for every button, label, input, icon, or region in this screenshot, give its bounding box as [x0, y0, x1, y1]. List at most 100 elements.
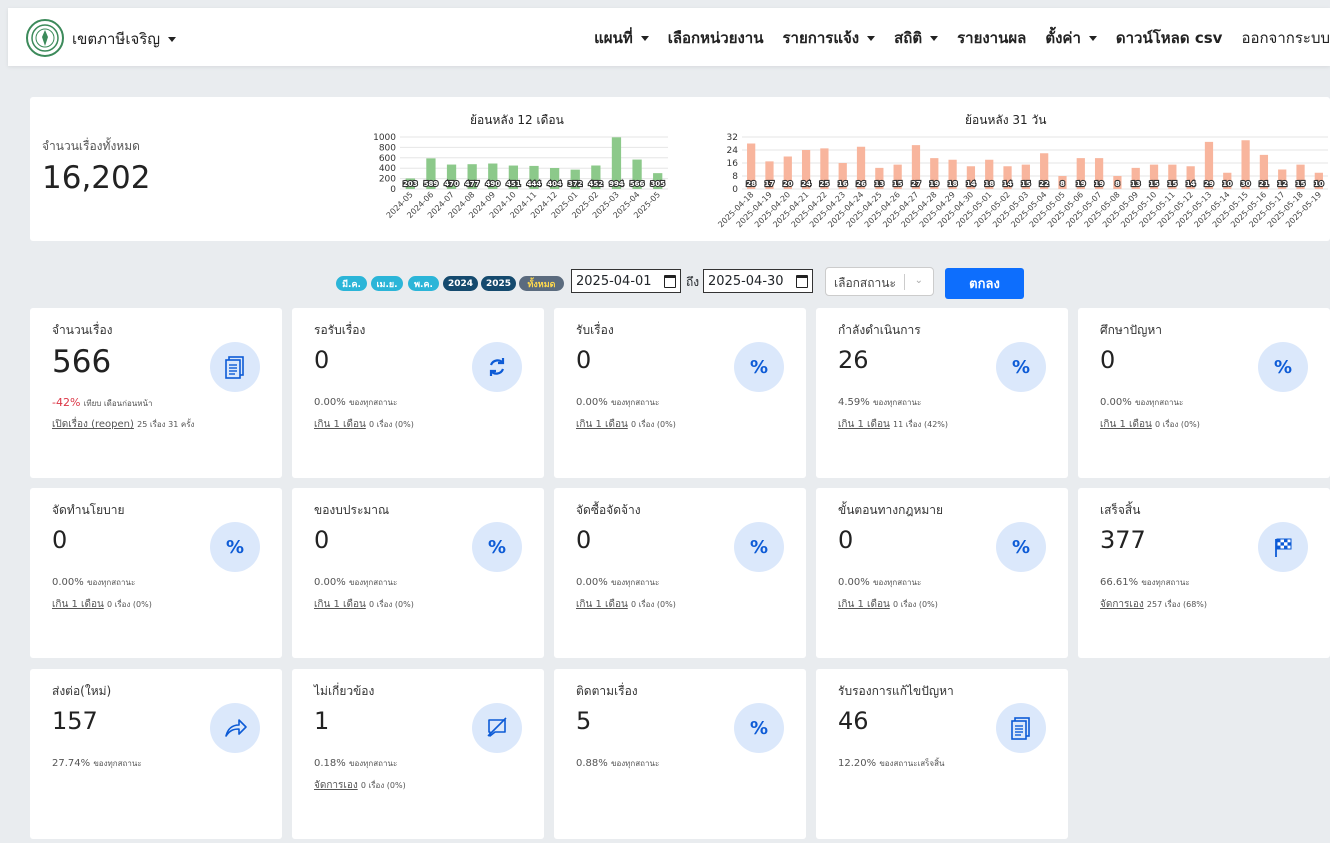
- card-extra-link[interactable]: เปิดเรื่อง (reopen): [52, 419, 134, 430]
- nav-item-2[interactable]: รายการแจ้ง: [782, 26, 876, 50]
- submit-button[interactable]: ตกลง: [945, 268, 1024, 299]
- data-label: 8: [1060, 180, 1065, 188]
- data-label: 29: [1204, 180, 1214, 188]
- card-percent: 0.18% ของทุกสถานะ: [314, 757, 397, 770]
- nav-item-1[interactable]: เลือกหน่วยงาน: [668, 26, 764, 50]
- card-value: 0: [314, 526, 330, 554]
- card-extra-text: 257 เรื่อง (68%): [1146, 600, 1208, 609]
- percent-caption: ของทุกสถานะ: [872, 578, 922, 587]
- card-extra-link[interactable]: เกิน 1 เดือน: [838, 599, 890, 610]
- card-extra: เกิน 1 เดือน 0 เรื่อง (0%): [838, 597, 938, 612]
- percent-icon: %: [734, 703, 784, 753]
- card-extra-link[interactable]: เกิน 1 เดือน: [314, 419, 366, 430]
- card-title: กำลังดำเนินการ: [838, 323, 921, 337]
- nav-item-6[interactable]: ดาวน์โหลด csv: [1116, 26, 1223, 50]
- data-label: 19: [1076, 180, 1086, 188]
- chevron-down-icon: [1088, 35, 1097, 41]
- percent-icon: %: [210, 522, 260, 572]
- chevron-down-icon: ⌄: [914, 275, 923, 286]
- percent-value: 0.88%: [576, 758, 608, 769]
- percent-value: 0.00%: [1100, 397, 1132, 408]
- nav-item-5[interactable]: ตั้งค่า: [1045, 26, 1097, 50]
- data-label: 15: [1167, 180, 1177, 188]
- data-label: 30: [1241, 180, 1251, 188]
- percent-icon: %: [472, 522, 522, 572]
- percent-icon: %: [1258, 342, 1308, 392]
- card-percent: -42% เทียบ เดือนก่อนหน้า: [52, 396, 152, 410]
- percent-icon: %: [996, 342, 1046, 392]
- date-to-input[interactable]: 2025-04-30: [703, 269, 813, 293]
- data-label: 13: [874, 180, 884, 188]
- logout-link[interactable]: ออกจากระบบ: [1241, 26, 1330, 50]
- date-from-input[interactable]: 2025-04-01: [571, 269, 681, 293]
- percent-value: 0.00%: [838, 577, 870, 588]
- percent-value: 66.61%: [1100, 577, 1139, 588]
- data-label: 203: [403, 180, 418, 188]
- card-extra-link[interactable]: เกิน 1 เดือน: [52, 599, 104, 610]
- percent-caption: ของสถานะเสร็จสิ้น: [879, 759, 945, 768]
- card-extra-link[interactable]: เกิน 1 เดือน: [576, 599, 628, 610]
- filter-pill[interactable]: มี.ค.: [336, 276, 367, 291]
- card-extra-link[interactable]: เกิน 1 เดือน: [838, 419, 890, 430]
- date-to-label: ถึง: [686, 275, 700, 289]
- nav-item-4[interactable]: รายงานผล: [957, 26, 1026, 50]
- documents-icon: [996, 703, 1046, 753]
- percent-icon: %: [734, 342, 784, 392]
- change-percent: -42%: [52, 396, 81, 409]
- data-label: 15: [1296, 180, 1306, 188]
- filter-pill[interactable]: 2025: [481, 276, 516, 291]
- stat-card: จัดซื้อจัดจ้าง 0% 0.00% ของทุกสถานะ เกิน 1 …: [554, 488, 806, 658]
- percent-value: 0.00%: [576, 577, 608, 588]
- data-label: 12: [1277, 180, 1287, 188]
- data-label: 28: [746, 180, 756, 188]
- card-title: จัดทำนโยบาย: [52, 503, 125, 517]
- nav-item-0[interactable]: แผนที่: [594, 26, 649, 50]
- filter-pill[interactable]: ทั้งหมด: [519, 276, 564, 291]
- card-title: จัดซื้อจัดจ้าง: [576, 503, 641, 517]
- card-value: 0: [314, 346, 330, 374]
- filter-pill[interactable]: 2024: [443, 276, 478, 291]
- card-value: 0: [576, 346, 592, 374]
- percent-value: 0.00%: [314, 577, 346, 588]
- card-extra-text: 0 เรื่อง (0%): [892, 600, 938, 609]
- stat-card: ติดตามเรื่อง 5% 0.88% ของทุกสถานะ: [554, 669, 806, 839]
- district-dropdown[interactable]: เขตภาษีเจริญ: [72, 27, 177, 51]
- data-label: 444: [527, 180, 542, 188]
- card-extra-link[interactable]: จัดการเอง: [1100, 599, 1144, 610]
- card-value: 377: [1100, 526, 1146, 554]
- filter-pill[interactable]: เม.ย.: [371, 276, 403, 291]
- data-label: 566: [630, 180, 645, 188]
- card-title: รับเรื่อง: [576, 323, 614, 337]
- card-extra-link[interactable]: เกิน 1 เดือน: [576, 419, 628, 430]
- calendar-icon[interactable]: [664, 274, 676, 288]
- stat-card: จำนวนเรื่อง 566 -42% เทียบ เดือนก่อนหน้า เป…: [30, 308, 282, 478]
- card-extra-link[interactable]: เกิน 1 เดือน: [1100, 419, 1152, 430]
- stat-card: จัดทำนโยบาย 0% 0.00% ของทุกสถานะ เกิน 1 เดื…: [30, 488, 282, 658]
- card-value: 5: [576, 707, 592, 735]
- card-extra-link[interactable]: จัดการเอง: [314, 780, 358, 791]
- card-value: 566: [52, 344, 112, 380]
- card-extra-text: 0 เรื่อง (0%): [1154, 420, 1200, 429]
- data-label: 14: [1186, 180, 1196, 188]
- calendar-icon[interactable]: [796, 274, 808, 288]
- card-extra: เกิน 1 เดือน 0 เรื่อง (0%): [314, 417, 414, 432]
- chevron-down-icon: [168, 36, 177, 42]
- percent-caption: ของทุกสถานะ: [610, 759, 660, 768]
- data-label: 21: [1259, 180, 1269, 188]
- card-value: 157: [52, 707, 98, 735]
- card-extra-link[interactable]: เกิน 1 เดือน: [314, 599, 366, 610]
- chevron-down-icon: [867, 35, 876, 41]
- percent-caption: ของทุกสถานะ: [610, 398, 660, 407]
- nav-item-3[interactable]: สถิติ: [894, 26, 939, 50]
- card-value: 46: [838, 707, 869, 735]
- filter-pill[interactable]: พ.ค.: [408, 276, 439, 291]
- card-extra-text: 11 เรื่อง (42%): [892, 420, 949, 429]
- total-label: จำนวนเรื่องทั้งหมด: [42, 139, 140, 153]
- percent-caption: ของทุกสถานะ: [348, 759, 398, 768]
- card-title: ไม่เกี่ยวข้อง: [314, 684, 375, 698]
- logo-icon[interactable]: [26, 19, 64, 57]
- status-select[interactable]: เลือกสถานะ ⌄: [825, 267, 934, 296]
- monthly-chart-title: ย้อนหลัง 12 เดือน: [470, 113, 564, 127]
- card-value: 0: [1100, 346, 1116, 374]
- percent-icon: %: [734, 522, 784, 572]
